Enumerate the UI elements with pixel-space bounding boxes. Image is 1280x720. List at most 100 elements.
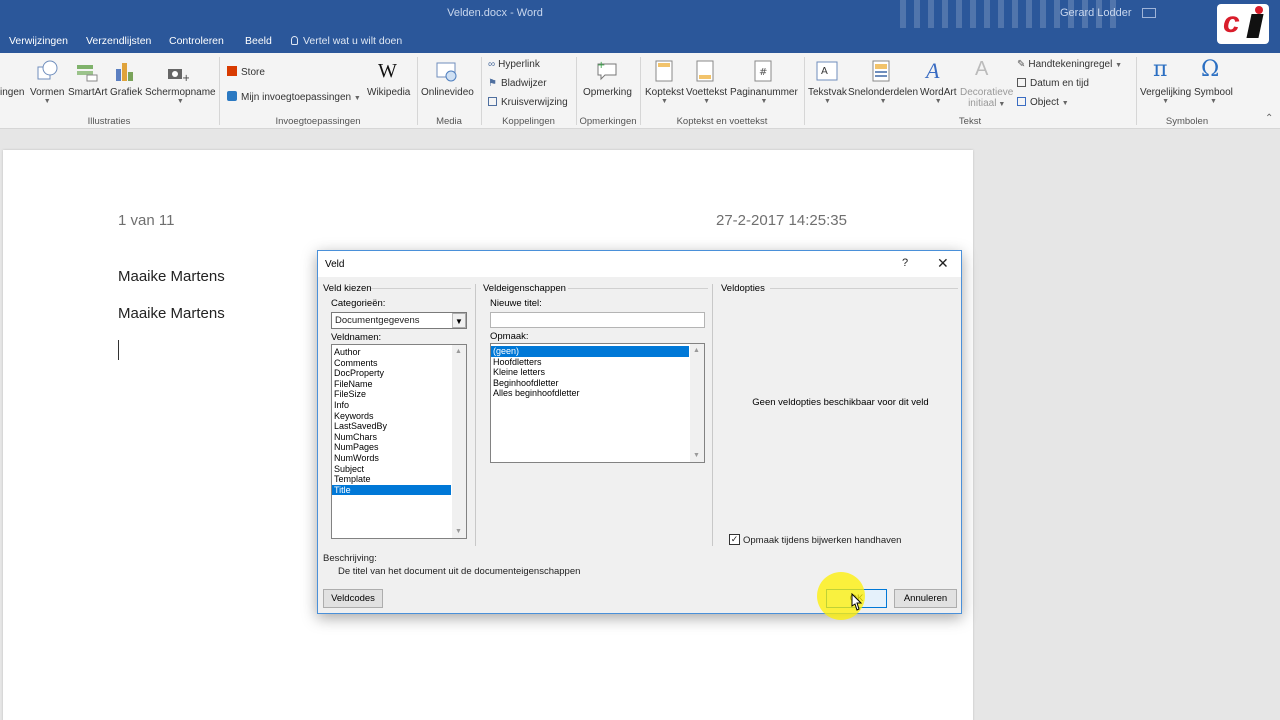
group-separator bbox=[1136, 57, 1137, 125]
fieldname-item[interactable]: FileSize bbox=[332, 389, 451, 400]
group-separator bbox=[576, 57, 577, 125]
fieldname-item[interactable]: Title bbox=[332, 484, 451, 496]
mouse-pointer-icon bbox=[851, 593, 863, 611]
ribbon-vormen-button[interactable]: Vormen ▼ bbox=[30, 60, 65, 105]
tab-beeld[interactable]: Beeld bbox=[245, 35, 272, 47]
fieldname-item[interactable]: Keywords bbox=[332, 411, 451, 422]
title-bar: Velden.docx - Word Gerard Lodder bbox=[0, 0, 1280, 53]
hyperlink-button[interactable]: ∞ Hyperlink bbox=[488, 59, 540, 70]
hyperlink-label: Hyperlink bbox=[498, 59, 540, 70]
fieldname-item[interactable]: FileName bbox=[332, 379, 451, 390]
format-listbox[interactable]: (geen) Hoofdletters Kleine letters Beginhoo… bbox=[490, 343, 705, 463]
group-invoegtoepassingen: Invoegtoepassingen bbox=[275, 116, 361, 127]
object-icon bbox=[1017, 97, 1026, 106]
section-divider bbox=[568, 288, 708, 289]
fieldname-item[interactable]: LastSavedBy bbox=[332, 421, 451, 432]
format-scrollbar[interactable]: ▲ ▼ bbox=[690, 344, 704, 462]
fieldname-item[interactable]: Comments bbox=[332, 358, 451, 369]
preserve-formatting-checkbox[interactable]: ✓ bbox=[729, 534, 740, 545]
ribbon-wordart-button[interactable]: A WordArt ▼ bbox=[920, 58, 957, 105]
fieldname-item[interactable]: Template bbox=[332, 474, 451, 485]
tab-verzendlijsten[interactable]: Verzendlijsten bbox=[86, 35, 151, 47]
dialog-title-bar: Veld ? ✕ bbox=[318, 251, 961, 277]
new-title-label: Nieuwe titel: bbox=[490, 298, 542, 309]
scroll-up-icon[interactable]: ▲ bbox=[455, 348, 462, 355]
group-koppelingen: Koppelingen bbox=[502, 116, 555, 127]
wordart-label: WordArt bbox=[920, 87, 957, 98]
group-symbolen: Symbolen bbox=[1165, 116, 1209, 127]
section-divider bbox=[770, 288, 958, 289]
ribbon-onlinevideo-button[interactable]: Onlinevideo bbox=[421, 62, 474, 98]
scroll-up-icon[interactable]: ▲ bbox=[693, 347, 700, 354]
ribbon-display-icon[interactable] bbox=[1142, 8, 1156, 18]
hyperlink-icon: ∞ bbox=[488, 59, 496, 70]
close-icon[interactable]: ✕ bbox=[937, 255, 949, 272]
ribbon-tekstvak-button[interactable]: A Tekstvak ▼ bbox=[808, 61, 847, 105]
help-button[interactable]: ? bbox=[902, 257, 908, 269]
ribbon-snelonderdelen-button[interactable]: Snelonderdelen ▼ bbox=[848, 60, 919, 105]
ribbon-voettekst-button[interactable]: Voettekst ▼ bbox=[686, 60, 727, 105]
ribbon-decoratieve-initiaal-button[interactable]: A Decoratieve initiaal ▼ bbox=[960, 58, 1013, 109]
bookmark-button[interactable]: ⚑ Bladwijzer bbox=[488, 78, 547, 89]
ribbon-smartart-button[interactable]: SmartArt bbox=[68, 65, 107, 98]
format-item[interactable]: Kleine letters bbox=[491, 367, 689, 378]
bladwijzer-label: Bladwijzer bbox=[500, 78, 547, 89]
format-item[interactable]: Hoofdletters bbox=[491, 357, 689, 368]
crossref-button[interactable]: Kruisverwijzing bbox=[488, 97, 568, 108]
doc-line-author: Maaike Martens bbox=[118, 305, 225, 322]
ribbon-wikipedia-button[interactable]: W Wikipedia bbox=[367, 60, 410, 98]
ribbon-schermopname-button[interactable]: + Schermopname ▼ bbox=[145, 69, 216, 105]
snelonderdelen-label: Snelonderdelen bbox=[848, 87, 919, 98]
vormen-label: Vormen bbox=[30, 87, 65, 98]
header-page-count: 1 van 11 bbox=[118, 212, 175, 229]
format-item[interactable]: Alles beginhoofdletter bbox=[491, 388, 689, 399]
section-separator bbox=[712, 284, 713, 546]
cancel-button[interactable]: Annuleren bbox=[894, 589, 957, 608]
fieldname-item[interactable]: NumWords bbox=[332, 453, 451, 464]
ribbon-koptekst-button[interactable]: Koptekst ▼ bbox=[645, 60, 684, 105]
categories-dropdown[interactable]: Documentgegevens ▼ bbox=[331, 312, 467, 329]
wikipedia-icon: W bbox=[378, 60, 397, 82]
scroll-down-icon[interactable]: ▼ bbox=[455, 528, 462, 535]
fieldname-item[interactable]: NumChars bbox=[332, 432, 451, 443]
schermopname-label: Schermopname bbox=[145, 87, 216, 98]
ribbon-vergelijking-button[interactable]: π Vergelijking ▼ bbox=[1140, 57, 1191, 105]
ribbon-ingen-button[interactable]: ingen bbox=[0, 87, 24, 98]
collapse-ribbon-icon[interactable]: ⌃ bbox=[1265, 113, 1273, 124]
tell-me-box[interactable]: Vertel wat u wilt doen bbox=[291, 35, 402, 47]
scroll-down-icon[interactable]: ▼ bbox=[693, 452, 700, 459]
tab-verwijzingen[interactable]: Verwijzingen bbox=[9, 35, 68, 47]
user-name[interactable]: Gerard Lodder bbox=[1060, 7, 1132, 19]
ribbon-paginanummer-button[interactable]: # Paginanummer ▼ bbox=[730, 60, 798, 105]
fieldname-item[interactable]: NumPages bbox=[332, 442, 451, 453]
store-button[interactable]: Store bbox=[227, 66, 265, 78]
fieldname-item[interactable]: Subject bbox=[332, 464, 451, 475]
new-title-input[interactable] bbox=[490, 312, 705, 328]
group-koptekst-voettekst: Koptekst en voettekst bbox=[676, 116, 768, 127]
chevron-down-icon[interactable]: ▼ bbox=[452, 313, 466, 328]
fieldnames-scrollbar[interactable]: ▲ ▼ bbox=[452, 345, 466, 538]
my-addins-button[interactable]: Mijn invoegtoepassingen ▼ bbox=[227, 91, 361, 103]
online-video-icon bbox=[436, 62, 457, 82]
smartart-icon bbox=[77, 65, 98, 82]
ribbon-symbool-button[interactable]: Ω Symbool ▼ bbox=[1194, 57, 1233, 105]
format-item[interactable]: (geen) bbox=[491, 346, 689, 357]
format-item[interactable]: Beginhoofdletter bbox=[491, 378, 689, 389]
fieldname-item[interactable]: Info bbox=[332, 400, 451, 411]
ribbon-grafiek-button[interactable]: Grafiek bbox=[110, 63, 142, 98]
datum-label: Datum en tijd bbox=[1030, 78, 1089, 89]
fieldnames-listbox[interactable]: Author Comments DocProperty FileName FileSiz… bbox=[331, 344, 467, 539]
doc-line-author: Maaike Martens bbox=[118, 268, 225, 285]
field-codes-button[interactable]: Veldcodes bbox=[323, 589, 383, 608]
preserve-formatting-label[interactable]: Opmaak tijdens bijwerken handhaven bbox=[743, 535, 901, 546]
onlinevideo-label: Onlinevideo bbox=[421, 87, 474, 98]
header-icon bbox=[655, 60, 673, 82]
fieldname-item[interactable]: DocProperty bbox=[332, 368, 451, 379]
date-time-button[interactable]: Datum en tijd bbox=[1017, 78, 1089, 89]
ribbon-opmerking-button[interactable]: + Opmerking bbox=[583, 60, 632, 98]
fieldname-item[interactable]: Author bbox=[332, 347, 451, 358]
signature-line-button[interactable]: ✎ Handtekeningregel ▼ bbox=[1017, 59, 1122, 70]
group-opmerkingen: Opmerkingen bbox=[579, 116, 637, 127]
object-button[interactable]: Object ▼ bbox=[1017, 97, 1069, 108]
tab-controleren[interactable]: Controleren bbox=[169, 35, 224, 47]
